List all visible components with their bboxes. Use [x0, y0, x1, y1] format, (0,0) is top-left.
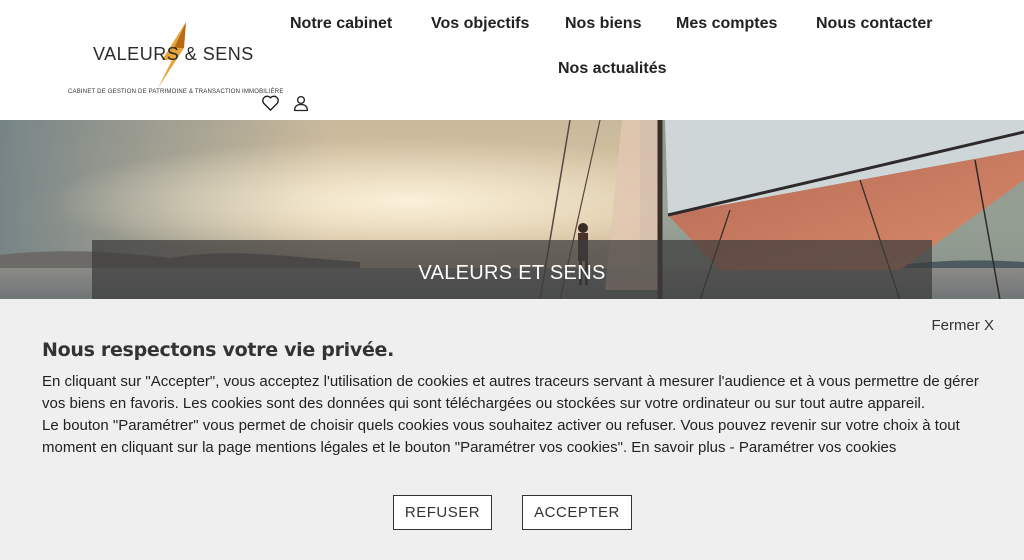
- nav-item-nous-contacter[interactable]: Nous contacter: [816, 15, 932, 33]
- nav-item-mes-comptes[interactable]: Mes comptes: [676, 15, 777, 33]
- nav-item-nos-actualites[interactable]: Nos actualités: [558, 60, 666, 78]
- cookie-description: En cliquant sur "Accepter", vous accepte…: [42, 371, 987, 459]
- logo-tagline: CABINET DE GESTION DE PATRIMOINE & TRANS…: [68, 89, 284, 95]
- nav-item-vos-objectifs[interactable]: Vos objectifs: [431, 15, 529, 33]
- nav-item-notre-cabinet[interactable]: Notre cabinet: [290, 15, 392, 33]
- user-icon[interactable]: [292, 94, 312, 114]
- site-header: VALEURS & SENS CABINET DE GESTION DE PAT…: [0, 0, 1024, 120]
- accept-button[interactable]: ACCEPTER: [522, 495, 632, 530]
- nav-item-nos-biens[interactable]: Nos biens: [565, 15, 641, 33]
- refuse-button[interactable]: REFUSER: [393, 495, 492, 530]
- hero-title: VALEURS ET SENS: [418, 262, 606, 284]
- heart-icon[interactable]: [261, 94, 281, 114]
- logo-name: VALEURS & SENS: [93, 44, 254, 64]
- cookie-consent-panel: Fermer X Nous respectons votre vie privé…: [0, 299, 1024, 560]
- cookie-paragraph-2: Le bouton "Paramétrer" vous permet de ch…: [42, 417, 960, 456]
- cookie-paragraph-1: En cliquant sur "Accepter", vous accepte…: [42, 373, 979, 412]
- site-logo[interactable]: VALEURS & SENS CABINET DE GESTION DE PAT…: [66, 20, 283, 100]
- cookie-close-link[interactable]: Fermer X: [931, 317, 994, 334]
- cookie-title: Nous respectons votre vie privée.: [42, 339, 395, 361]
